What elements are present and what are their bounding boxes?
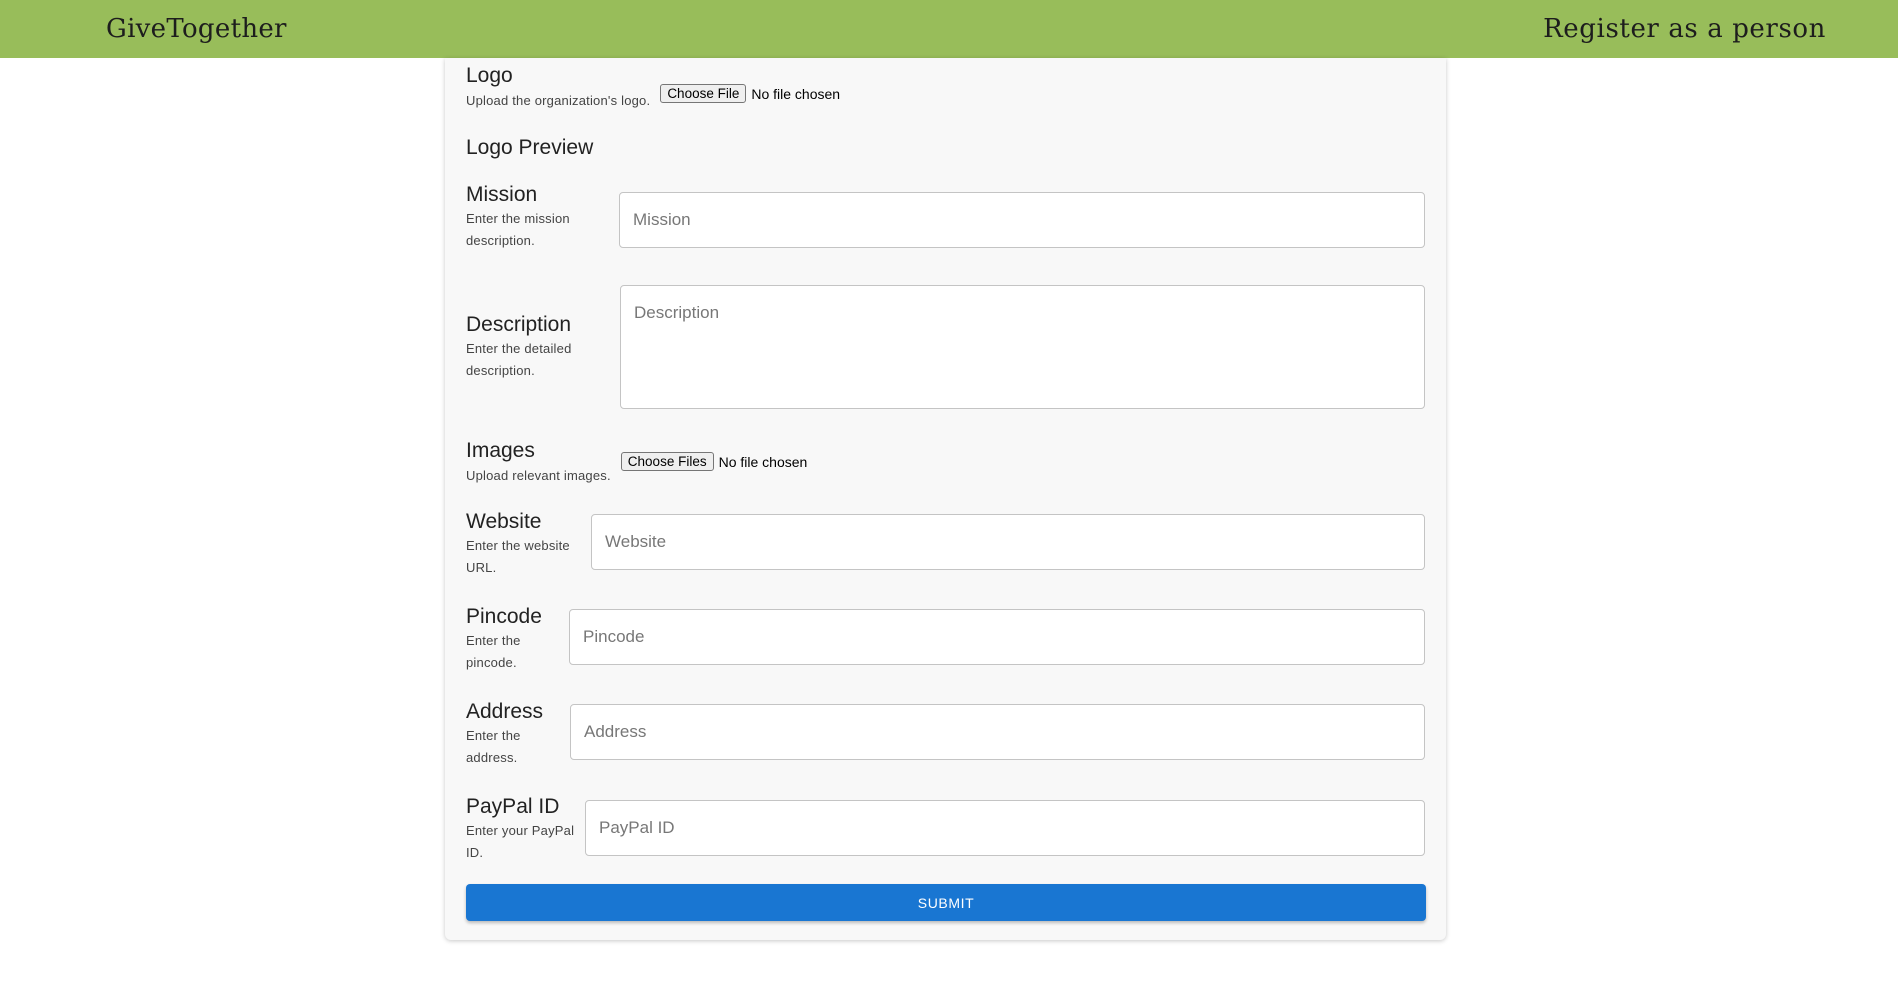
- logo-preview-title: Logo Preview: [466, 136, 594, 159]
- mission-help-line2: description.: [466, 233, 535, 248]
- paypal-label-block: PayPal ID Enter your PayPal ID.: [466, 794, 574, 864]
- address-help-line1: Enter the: [466, 728, 521, 743]
- website-help-line1: Enter the website: [466, 538, 570, 553]
- description-field: Description Enter the detailed descripti…: [466, 285, 1425, 409]
- website-field: Website Enter the website URL.: [466, 509, 1425, 579]
- images-help: Upload relevant images.: [466, 468, 611, 483]
- description-label-block: Description Enter the detailed descripti…: [466, 312, 572, 382]
- mission-label-block: Mission Enter the mission description.: [466, 182, 570, 252]
- register-as-person-link[interactable]: Register as a person: [1543, 14, 1826, 44]
- description-help-line2: description.: [466, 363, 535, 378]
- top-bar: GiveTogether Register as a person: [0, 0, 1898, 58]
- address-field: Address Enter the address.: [466, 699, 1425, 769]
- address-label: Address: [466, 700, 544, 723]
- mission-help-line1: Enter the mission: [466, 211, 570, 226]
- pincode-input[interactable]: [569, 609, 1425, 665]
- address-label-block: Address Enter the address.: [466, 699, 543, 769]
- website-label: Website: [466, 510, 542, 533]
- website-label-block: Website Enter the website URL.: [466, 509, 570, 579]
- images-choose-files-button[interactable]: Choose Files: [620, 452, 714, 471]
- paypal-id-input[interactable]: [585, 800, 1425, 856]
- logo-help: Upload the organization's logo.: [466, 93, 651, 108]
- website-help-line2: URL.: [466, 560, 497, 575]
- submit-button[interactable]: SUBMIT: [466, 884, 1426, 921]
- paypal-help-line2: ID.: [466, 845, 484, 860]
- logo-field: Logo Upload the organization's logo. Cho…: [466, 63, 1425, 112]
- brand-logo-link[interactable]: GiveTogether: [106, 14, 287, 44]
- images-field: Images Upload relevant images. Choose Fi…: [466, 438, 1425, 487]
- mission-field: Mission Enter the mission description.: [466, 182, 1425, 252]
- registration-form-card: Logo Upload the organization's logo. Cho…: [445, 58, 1446, 940]
- logo-label: Logo: [466, 64, 513, 87]
- logo-file-status: No file chosen: [751, 85, 841, 102]
- description-label: Description: [466, 313, 572, 336]
- mission-input[interactable]: [619, 192, 1425, 248]
- paypal-help-line1: Enter your PayPal: [466, 823, 575, 838]
- mission-label: Mission: [466, 183, 538, 206]
- description-textarea[interactable]: [620, 285, 1425, 409]
- pincode-field: Pincode Enter the pincode.: [466, 604, 1425, 674]
- images-label-block: Images Upload relevant images.: [466, 438, 611, 487]
- pincode-help-line2: pincode.: [466, 655, 517, 670]
- logo-file-picker: Choose File No file chosen: [660, 84, 840, 103]
- images-label: Images: [466, 439, 535, 462]
- images-file-picker: Choose Files No file chosen: [620, 452, 808, 471]
- pincode-label: Pincode: [466, 605, 542, 628]
- images-file-status: No file chosen: [718, 453, 808, 470]
- pincode-label-block: Pincode Enter the pincode.: [466, 604, 542, 674]
- description-help-line1: Enter the detailed: [466, 341, 572, 356]
- address-help-line2: address.: [466, 750, 518, 765]
- paypal-label: PayPal ID: [466, 795, 560, 818]
- pincode-help-line1: Enter the: [466, 633, 521, 648]
- paypal-field: PayPal ID Enter your PayPal ID.: [466, 794, 1425, 864]
- website-input[interactable]: [591, 514, 1425, 570]
- logo-choose-file-button[interactable]: Choose File: [660, 84, 747, 103]
- address-input[interactable]: [570, 704, 1425, 760]
- logo-label-block: Logo Upload the organization's logo.: [466, 63, 650, 112]
